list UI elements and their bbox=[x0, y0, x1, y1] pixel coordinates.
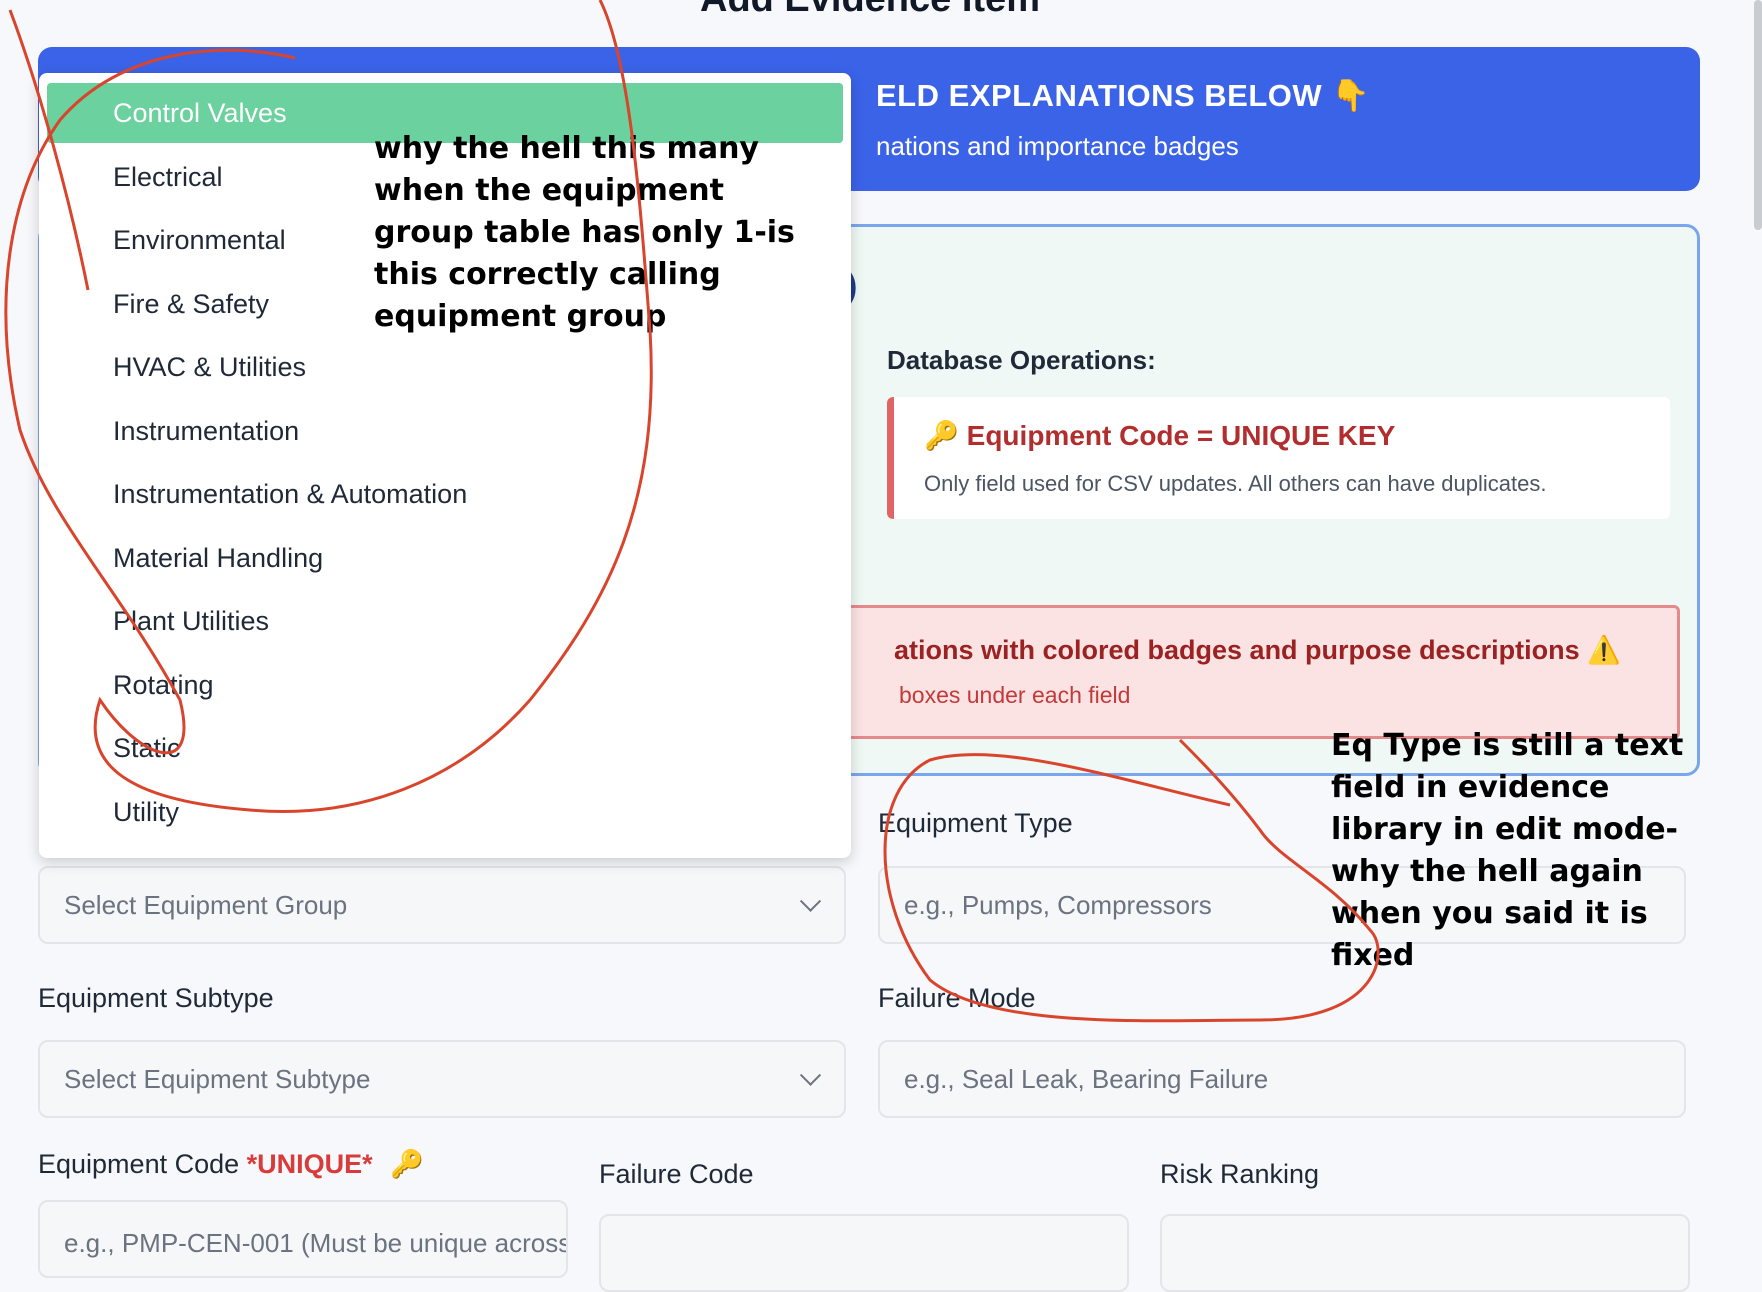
equipment-code-label-text: Equipment Code bbox=[38, 1149, 240, 1179]
annotation-line: equipment group bbox=[374, 299, 667, 334]
page-scrollbar[interactable] bbox=[1754, 0, 1762, 230]
unique-key-title-text: Equipment Code = UNIQUE KEY bbox=[966, 420, 1396, 451]
alert-banner: ations with colored badges and purpose d… bbox=[801, 605, 1680, 739]
unique-required-tag: *UNIQUE* bbox=[246, 1149, 373, 1179]
key-icon: 🔑 bbox=[924, 420, 959, 451]
equipment-code-input[interactable]: e.g., PMP-CEN-001 (Must be unique across bbox=[38, 1200, 568, 1278]
failure-code-label: Failure Code bbox=[599, 1159, 754, 1189]
pointing-down-icon: 👇 bbox=[1331, 78, 1371, 113]
equipment-subtype-select[interactable]: Select Equipment Subtype bbox=[38, 1040, 846, 1118]
annotation-note-equipment-group: why the hell this many when the equipmen… bbox=[374, 128, 795, 338]
dropdown-option[interactable]: Plant Utilities bbox=[47, 591, 843, 651]
alert-title: ations with colored badges and purpose d… bbox=[894, 634, 1621, 666]
dropdown-option[interactable]: Utility bbox=[47, 782, 843, 842]
risk-ranking-label: Risk Ranking bbox=[1160, 1159, 1320, 1189]
banner-title: ELD EXPLANATIONS BELOW 👇 bbox=[876, 77, 1370, 114]
dropdown-option[interactable]: Material Handling bbox=[47, 528, 843, 588]
equipment-type-placeholder: e.g., Pumps, Compressors bbox=[904, 889, 1212, 920]
failure-mode-input[interactable]: e.g., Seal Leak, Bearing Failure bbox=[878, 1040, 1686, 1118]
failure-mode-placeholder: e.g., Seal Leak, Bearing Failure bbox=[904, 1063, 1269, 1094]
dropdown-option[interactable]: Instrumentation & Automation bbox=[47, 464, 843, 524]
equipment-code-label: Equipment Code *UNIQUE* 🔑 bbox=[38, 1148, 424, 1180]
banner-subtitle: nations and importance badges bbox=[876, 131, 1239, 161]
equipment-group-placeholder: Select Equipment Group bbox=[64, 889, 348, 920]
annotation-line: this correctly calling bbox=[374, 257, 721, 292]
alert-title-text: ations with colored badges and purpose d… bbox=[894, 635, 1580, 665]
equipment-type-label: Equipment Type bbox=[878, 808, 1073, 838]
key-icon: 🔑 bbox=[390, 1149, 424, 1179]
warning-icon: ⚠️ bbox=[1587, 635, 1621, 665]
dropdown-option[interactable]: Instrumentation bbox=[47, 401, 843, 461]
equipment-group-select[interactable]: Select Equipment Group bbox=[38, 866, 846, 944]
failure-code-input[interactable] bbox=[599, 1214, 1129, 1292]
annotation-line: group table has only 1-is bbox=[374, 215, 795, 250]
unique-key-callout: 🔑 Equipment Code = UNIQUE KEY Only field… bbox=[887, 397, 1670, 519]
equipment-subtype-label: Equipment Subtype bbox=[38, 983, 274, 1013]
equipment-code-placeholder: e.g., PMP-CEN-001 (Must be unique across bbox=[64, 1228, 568, 1258]
annotation-line: library in edit mode- bbox=[1331, 812, 1678, 847]
banner-title-text: ELD EXPLANATIONS BELOW bbox=[876, 78, 1323, 113]
page-title: Add Evidence Item bbox=[0, 0, 1740, 21]
annotation-line: fixed bbox=[1331, 938, 1415, 973]
annotation-note-equipment-type: Eq Type is still a text field in evidenc… bbox=[1331, 725, 1683, 977]
dropdown-option[interactable]: Rotating bbox=[47, 655, 843, 715]
annotation-line: Eq Type is still a text bbox=[1331, 728, 1684, 763]
dropdown-option[interactable]: HVAC & Utilities bbox=[47, 337, 843, 397]
unique-key-title: 🔑 Equipment Code = UNIQUE KEY bbox=[924, 419, 1395, 452]
chevron-down-icon bbox=[799, 1064, 822, 1086]
failure-mode-label: Failure Mode bbox=[878, 983, 1036, 1013]
annotation-line: when you said it is bbox=[1331, 896, 1648, 931]
annotation-line: field in evidence bbox=[1331, 770, 1610, 805]
equipment-subtype-placeholder: Select Equipment Subtype bbox=[64, 1063, 371, 1094]
annotation-line: when the equipment bbox=[374, 173, 724, 208]
unique-key-description: Only field used for CSV updates. All oth… bbox=[924, 471, 1547, 496]
annotation-line: why the hell again bbox=[1331, 854, 1643, 889]
alert-subtitle: boxes under each field bbox=[899, 682, 1131, 708]
chevron-down-icon bbox=[799, 890, 822, 912]
annotation-line: why the hell this many bbox=[374, 131, 759, 166]
risk-ranking-select[interactable] bbox=[1160, 1214, 1690, 1292]
database-operations-label: Database Operations: bbox=[887, 345, 1156, 375]
dropdown-option[interactable]: Static bbox=[47, 718, 843, 778]
